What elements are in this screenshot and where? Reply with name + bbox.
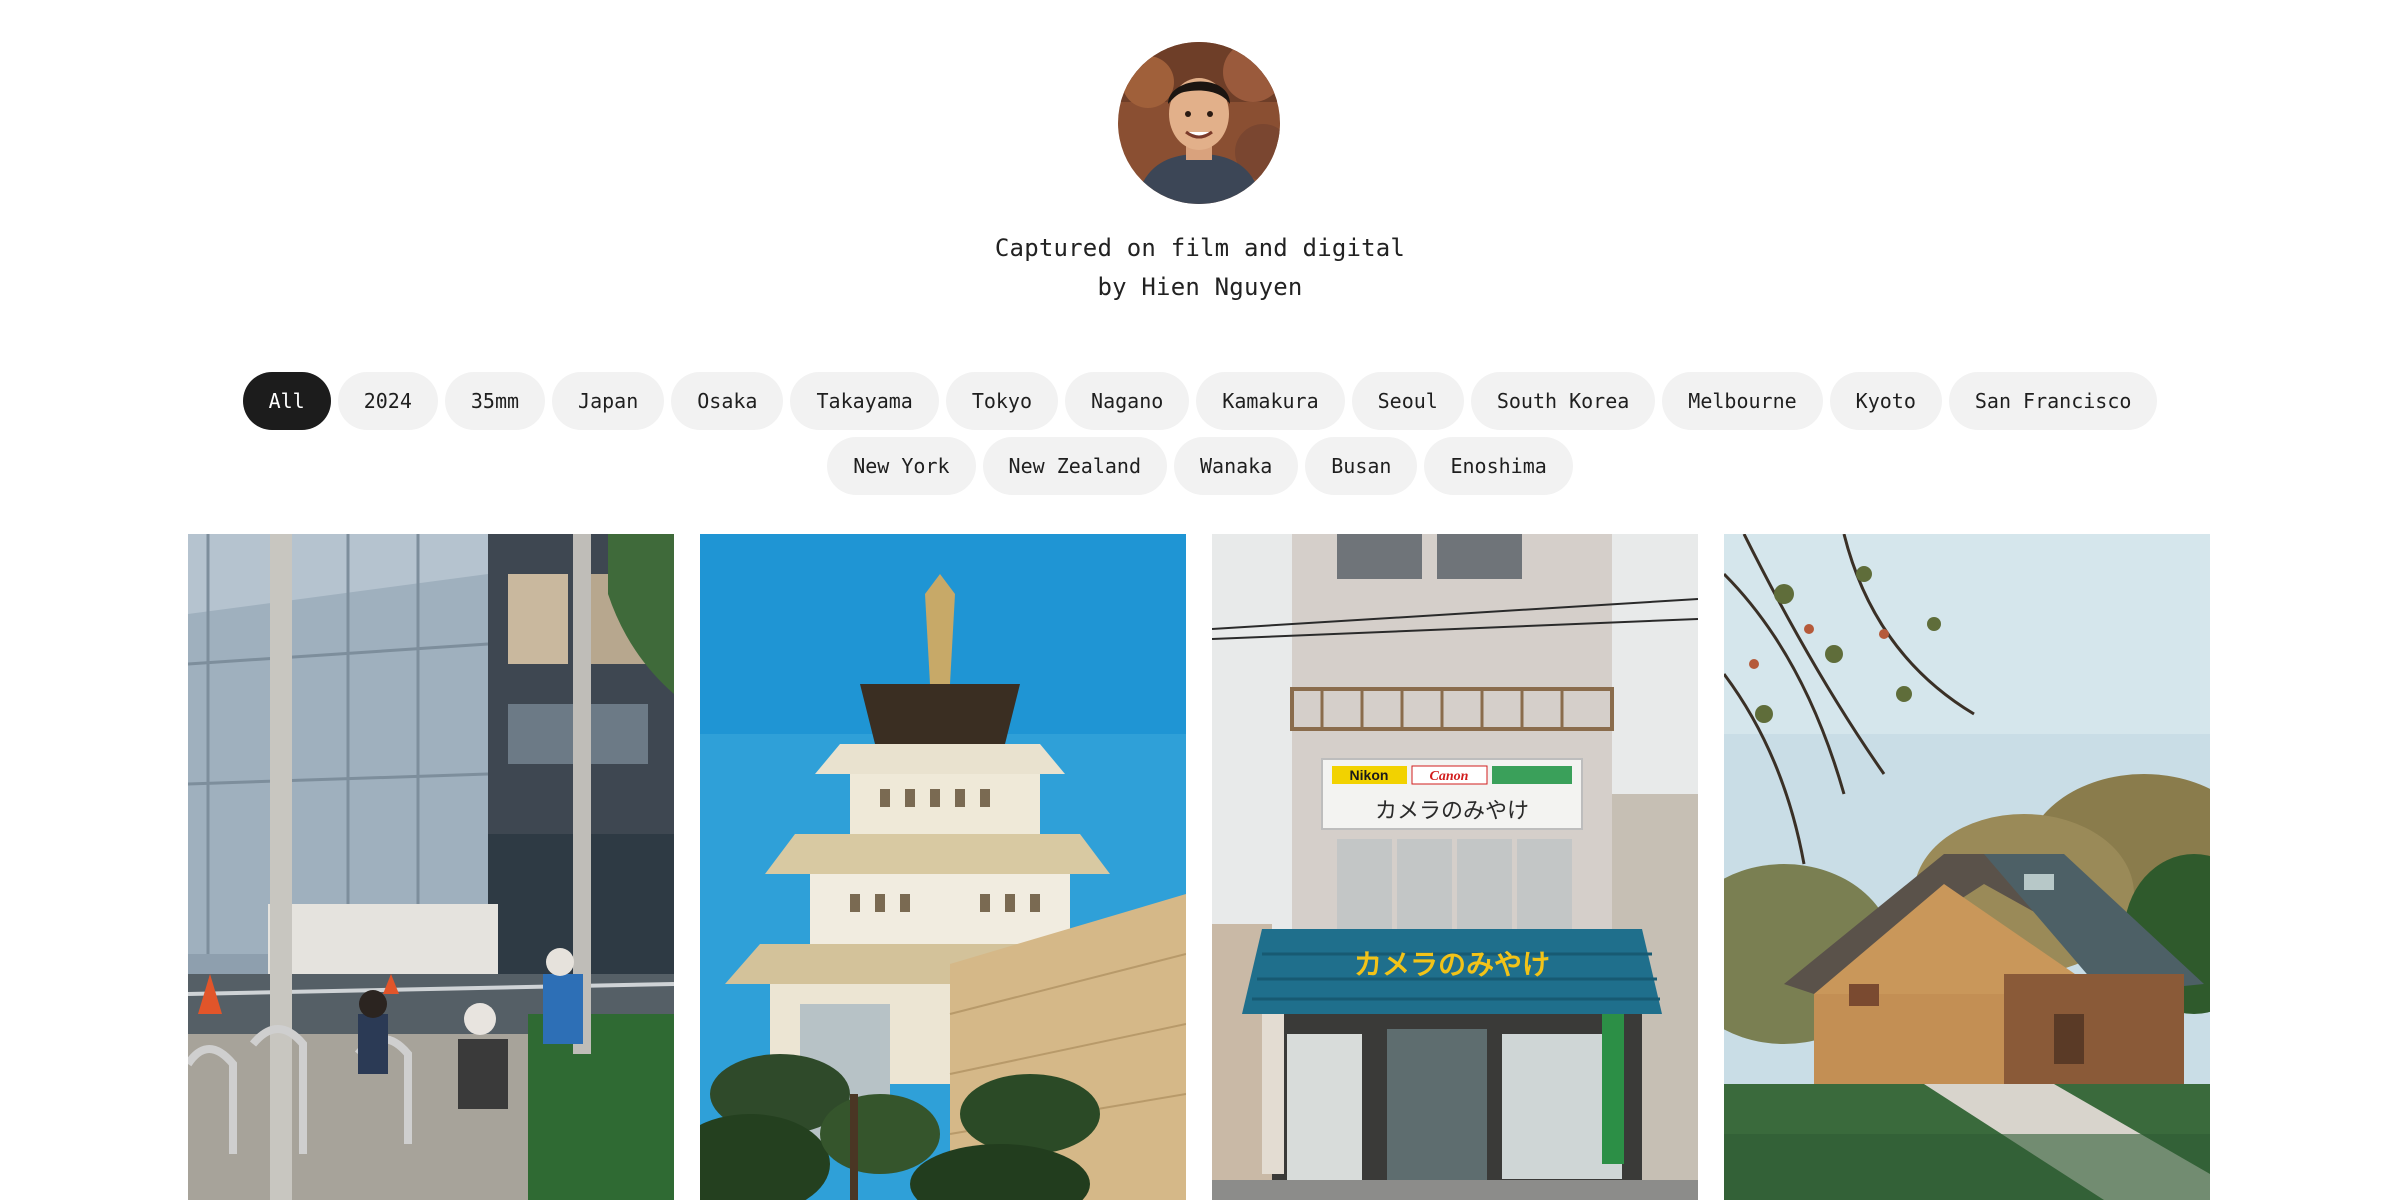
photo-camera-shop[interactable]: Nikon Canon カメラのみやけ カメラのみやけ [1212,534,1698,1200]
photo-street-construction[interactable] [188,534,674,1200]
avatar[interactable] [1118,42,1280,204]
filter-chip-kyoto[interactable]: Kyoto [1829,372,1942,430]
shop-sign-brand1: Nikon [1350,767,1389,783]
filter-chip-all[interactable]: All [242,372,331,430]
photo-grid: Nikon Canon カメラのみやけ カメラのみやけ [188,534,2210,1200]
filter-chip-japan[interactable]: Japan [552,372,665,430]
filter-chip-busan[interactable]: Busan [1305,437,1418,495]
castle-photo [700,534,1186,1200]
filter-chip-new-zealand[interactable]: New Zealand [982,437,1167,495]
filter-chip-35mm[interactable]: 35mm [444,372,546,430]
filter-chip-enoshima[interactable]: Enoshima [1424,437,1573,495]
shop-sign-name-top: カメラのみやけ [1375,799,1529,824]
filter-chip-group: All 2024 35mm Japan Osaka Takayama Tokyo… [180,372,2220,495]
avatar-portrait [1118,42,1280,204]
filter-chip-osaka[interactable]: Osaka [671,372,784,430]
tagline-line-1: Captured on film and digital [994,234,1406,262]
filter-chip-south-korea[interactable]: South Korea [1470,372,1656,430]
shop-sign-name-awning: カメラのみやけ [1354,948,1550,981]
filter-chip-san-francisco[interactable]: San Francisco [1948,372,2158,430]
wooden-cabin-photo [1724,534,2210,1200]
camera-shop-photo: Nikon Canon カメラのみやけ カメラのみやけ [1212,534,1698,1200]
filter-chip-tokyo[interactable]: Tokyo [945,372,1059,430]
photo-wooden-cabin[interactable] [1724,534,2210,1200]
filter-chip-new-york[interactable]: New York [827,437,976,495]
street-construction-photo [188,534,674,1200]
filter-chip-nagano[interactable]: Nagano [1065,372,1190,430]
filter-chip-melbourne[interactable]: Melbourne [1662,372,1823,430]
shop-sign-brand2: Canon [1430,769,1469,784]
portfolio-page: Captured on film and digital by Hien Ngu… [0,0,2400,1200]
filter-chip-2024[interactable]: 2024 [337,372,438,430]
filter-chip-takayama[interactable]: Takayama [790,372,939,430]
filter-chip-kamakura[interactable]: Kamakura [1196,372,1345,430]
tagline-line-2: by Hien Nguyen [1097,273,1303,301]
filter-chip-wanaka[interactable]: Wanaka [1173,437,1299,495]
filter-chip-seoul[interactable]: Seoul [1351,372,1464,430]
photo-castle[interactable] [700,534,1186,1200]
